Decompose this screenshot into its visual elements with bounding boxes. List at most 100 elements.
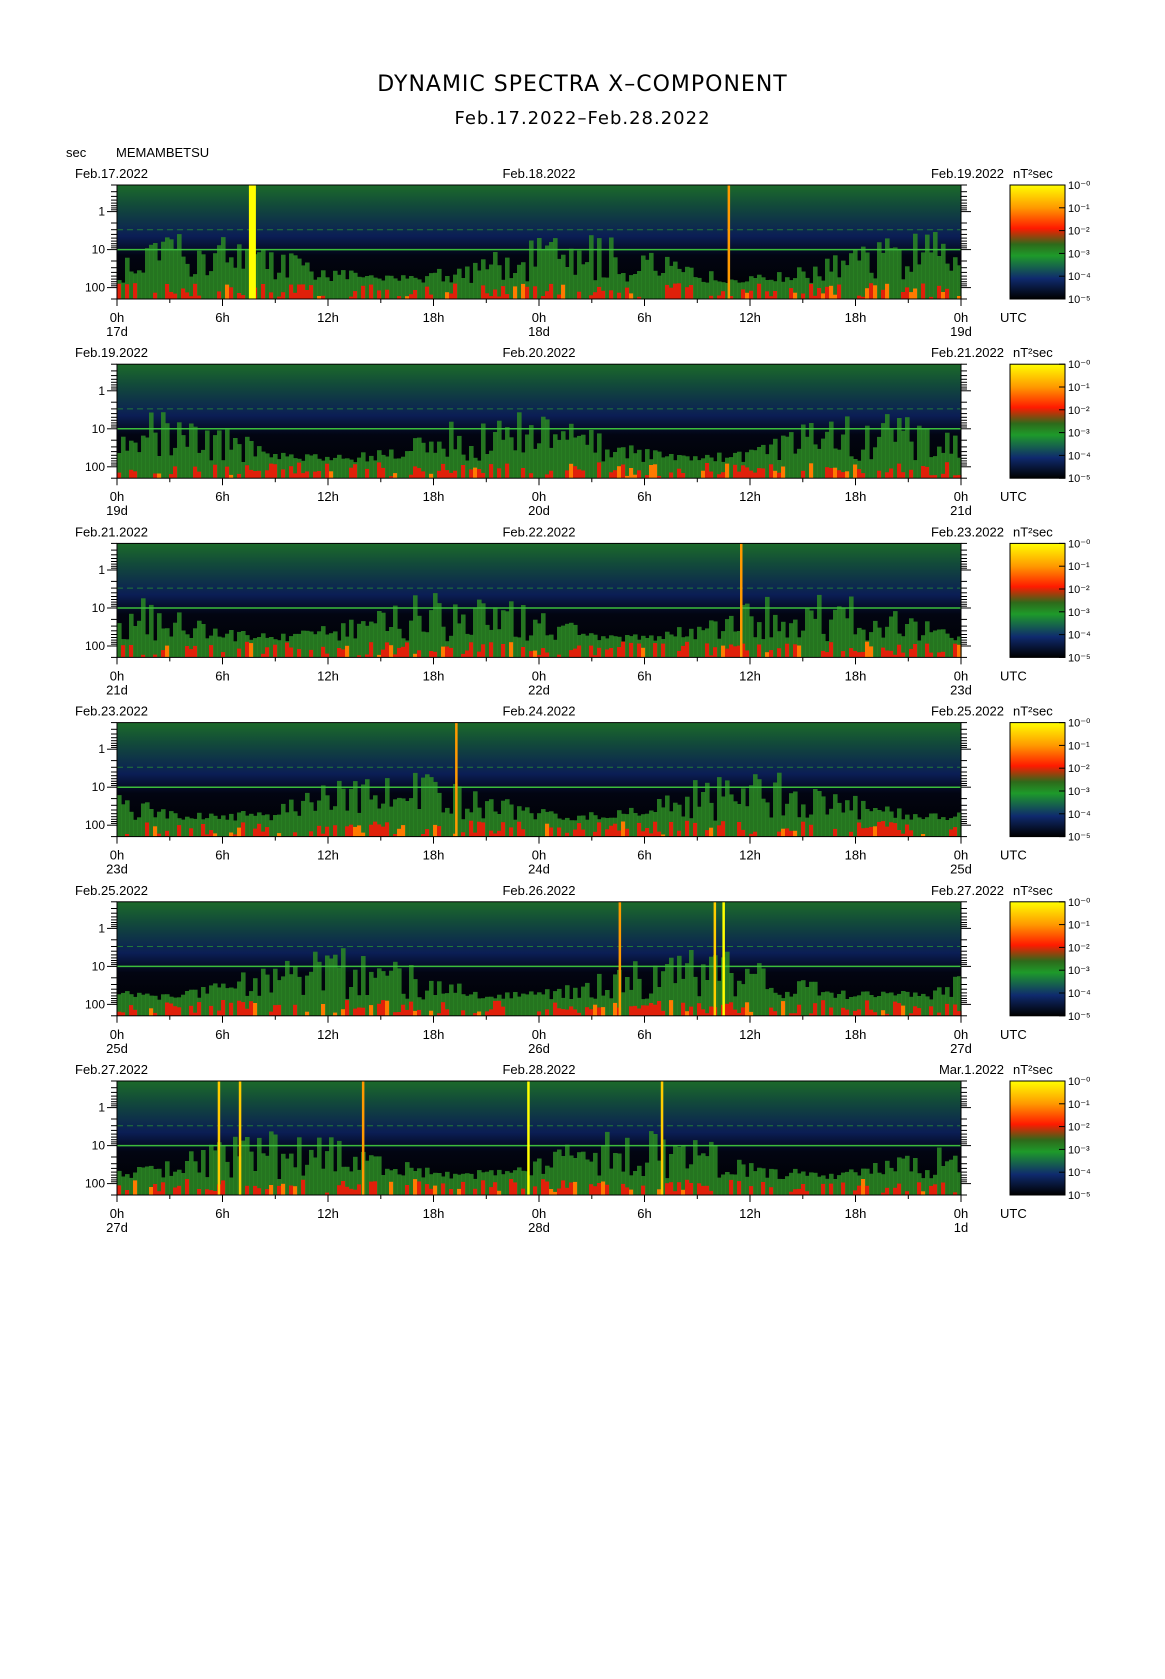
activity-burst	[133, 471, 138, 479]
activity-burst	[789, 830, 794, 837]
activity-burst	[729, 1002, 734, 1016]
activity-column	[909, 996, 914, 1016]
activity-column	[157, 1168, 162, 1195]
activity-column	[481, 423, 486, 479]
activity-burst	[369, 284, 374, 299]
activity-burst	[705, 1185, 710, 1195]
activity-burst	[865, 1000, 870, 1016]
activity-burst	[945, 462, 950, 479]
activity-burst	[353, 1189, 358, 1195]
activity-column	[309, 1149, 314, 1195]
activity-burst	[473, 832, 478, 837]
activity-burst	[221, 652, 226, 658]
activity-burst	[833, 828, 838, 837]
activity-column	[929, 252, 934, 299]
activity-column	[493, 432, 498, 479]
x-tick-label: 12h	[317, 489, 339, 504]
activity-column	[165, 423, 170, 479]
colorbar-tick-label: 10⁻¹	[1068, 203, 1090, 215]
activity-burst	[629, 293, 634, 299]
activity-burst	[565, 832, 570, 837]
utc-label: UTC	[1000, 1206, 1027, 1221]
activity-burst	[221, 1180, 226, 1195]
activity-column	[605, 277, 610, 299]
activity-column	[229, 1177, 234, 1195]
activity-column	[257, 637, 262, 658]
activity-column	[505, 611, 510, 658]
activity-burst	[545, 823, 550, 837]
utc-label: UTC	[1000, 668, 1027, 683]
activity-burst	[165, 830, 170, 837]
activity-column	[285, 960, 290, 1016]
activity-burst	[701, 1185, 706, 1195]
activity-burst	[369, 824, 374, 837]
activity-column	[125, 991, 130, 1016]
activity-burst	[661, 643, 666, 658]
activity-column	[373, 623, 378, 658]
activity-burst	[561, 1180, 566, 1195]
activity-burst	[609, 290, 614, 299]
activity-column	[709, 1141, 714, 1195]
activity-burst	[241, 822, 246, 837]
activity-column	[713, 820, 718, 837]
activity-column	[593, 634, 598, 658]
activity-burst	[733, 1009, 738, 1016]
colorbar-tick-label: 10⁻⁰	[1068, 538, 1091, 550]
activity-burst	[629, 642, 634, 658]
activity-column	[797, 267, 802, 299]
day-label: 23d	[106, 862, 128, 877]
colorbar-tick-label: 10⁻⁵	[1068, 1190, 1091, 1202]
activity-column	[749, 973, 754, 1016]
activity-column	[357, 276, 362, 299]
activity-column	[209, 460, 214, 479]
activity-burst	[729, 1179, 734, 1195]
activity-column	[553, 813, 558, 837]
activity-burst	[929, 1185, 934, 1195]
activity-burst	[533, 1186, 538, 1195]
activity-column	[881, 423, 886, 479]
activity-column	[517, 412, 522, 479]
activity-burst	[381, 826, 386, 837]
activity-burst	[769, 464, 774, 479]
activity-burst	[653, 1004, 658, 1016]
activity-column	[877, 242, 882, 299]
activity-column	[321, 1168, 326, 1195]
activity-column	[501, 439, 506, 479]
activity-column	[329, 809, 334, 837]
activity-column	[297, 976, 302, 1016]
activity-burst	[381, 1000, 386, 1016]
activity-column	[765, 596, 770, 658]
activity-column	[929, 813, 934, 837]
activity-column	[305, 792, 310, 837]
activity-column	[365, 276, 370, 299]
activity-column	[373, 277, 378, 299]
activity-burst	[521, 829, 526, 837]
activity-burst	[557, 827, 562, 837]
activity-burst	[557, 294, 562, 299]
activity-column	[565, 1144, 570, 1195]
activity-burst	[317, 825, 322, 837]
activity-burst	[777, 831, 782, 837]
activity-burst	[377, 824, 382, 837]
activity-column	[405, 278, 410, 299]
activity-column	[173, 622, 178, 658]
activity-burst	[521, 283, 526, 299]
activity-column	[633, 634, 638, 658]
activity-burst	[577, 291, 582, 299]
activity-column	[945, 1161, 950, 1195]
activity-column	[649, 810, 654, 837]
activity-column	[737, 282, 742, 299]
activity-column	[729, 457, 734, 479]
activity-burst	[253, 471, 258, 479]
activity-burst	[773, 470, 778, 479]
activity-column	[465, 1173, 470, 1195]
activity-burst	[189, 649, 194, 658]
activity-column	[569, 820, 574, 837]
activity-burst	[289, 466, 294, 479]
activity-column	[541, 994, 546, 1016]
x-tick-label: 0h	[954, 848, 968, 863]
activity-column	[337, 780, 342, 837]
activity-burst	[801, 1184, 806, 1195]
y-tick-label: 10	[92, 1139, 106, 1153]
panel-end-date: Mar.1.2022	[939, 1062, 1004, 1077]
